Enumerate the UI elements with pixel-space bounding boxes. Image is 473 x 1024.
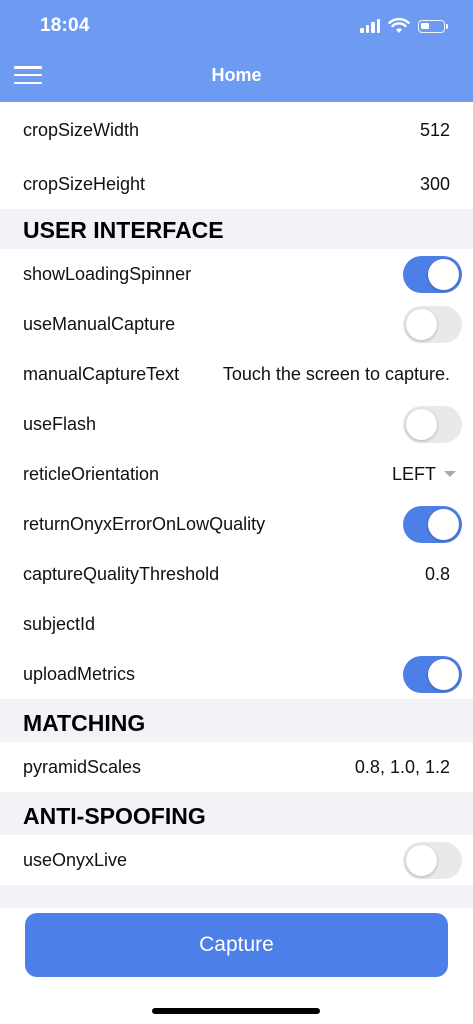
section-header-matching: MATCHING bbox=[0, 699, 473, 742]
setting-row-show-loading-spinner[interactable]: showLoadingSpinner bbox=[0, 249, 473, 299]
setting-value[interactable]: 512 bbox=[420, 120, 450, 141]
setting-label: useOnyxLive bbox=[23, 849, 128, 870]
settings-list[interactable]: cropSizeWidth 512 cropSizeHeight 300 USE… bbox=[0, 102, 473, 908]
setting-label: reticleOrientation bbox=[23, 463, 160, 484]
use-onyx-live-toggle[interactable] bbox=[403, 841, 462, 879]
caret-down-icon bbox=[444, 471, 456, 477]
dropdown-value: LEFT bbox=[391, 463, 436, 484]
setting-row-use-flash[interactable]: useFlash bbox=[0, 399, 473, 449]
setting-row-pyramid-scales[interactable]: pyramidScales 0.8, 1.0, 1.2 bbox=[0, 742, 473, 792]
setting-row-capture-quality-threshold[interactable]: captureQualityThreshold 0.8 bbox=[0, 549, 473, 599]
capture-button[interactable]: Capture bbox=[25, 913, 448, 977]
home-indicator[interactable] bbox=[152, 1008, 320, 1014]
setting-row-crop-width[interactable]: cropSizeWidth 512 bbox=[0, 102, 473, 159]
setting-value[interactable]: 300 bbox=[420, 174, 450, 195]
upload-metrics-toggle[interactable] bbox=[403, 655, 462, 693]
setting-label: uploadMetrics bbox=[23, 663, 136, 684]
app-header: 18:04 Home bbox=[0, 0, 473, 102]
pyramid-scales-field[interactable]: 0.8, 1.0, 1.2 bbox=[355, 757, 450, 778]
setting-row-return-onyx-error[interactable]: returnOnyxErrorOnLowQuality bbox=[0, 499, 473, 549]
status-icons bbox=[360, 16, 448, 36]
setting-row-subject-id[interactable]: subjectId bbox=[0, 599, 473, 649]
setting-row-manual-capture-text[interactable]: manualCaptureText Touch the screen to ca… bbox=[0, 349, 473, 399]
setting-row-use-manual-capture[interactable]: useManualCapture bbox=[0, 299, 473, 349]
setting-label: captureQualityThreshold bbox=[23, 563, 220, 584]
section-header-user-interface: USER INTERFACE bbox=[0, 209, 473, 249]
setting-label: useManualCapture bbox=[23, 313, 176, 334]
setting-row-crop-height[interactable]: cropSizeHeight 300 bbox=[0, 159, 473, 209]
use-flash-toggle[interactable] bbox=[403, 405, 462, 443]
setting-row-use-onyx-live[interactable]: useOnyxLive bbox=[0, 835, 473, 885]
setting-row-upload-metrics[interactable]: uploadMetrics bbox=[0, 649, 473, 699]
wifi-icon bbox=[388, 18, 410, 33]
setting-label: pyramidScales bbox=[23, 756, 142, 777]
status-time: 18:04 bbox=[40, 15, 90, 36]
setting-label: useFlash bbox=[23, 413, 97, 434]
signal-icon bbox=[360, 19, 380, 33]
use-manual-capture-toggle[interactable] bbox=[403, 305, 462, 343]
setting-label: subjectId bbox=[23, 613, 96, 634]
setting-row-reticle-orientation[interactable]: reticleOrientation LEFT bbox=[0, 449, 473, 499]
setting-label: cropSizeWidth bbox=[23, 120, 140, 140]
return-onyx-error-toggle[interactable] bbox=[403, 505, 462, 543]
reticle-orientation-dropdown[interactable]: LEFT bbox=[392, 464, 456, 485]
setting-label: returnOnyxErrorOnLowQuality bbox=[23, 513, 266, 534]
section-header-anti-spoofing: ANTI-SPOOFING bbox=[0, 792, 473, 835]
manual-capture-text-field[interactable]: Touch the screen to capture. bbox=[223, 364, 450, 385]
battery-icon bbox=[418, 19, 448, 33]
show-loading-spinner-toggle[interactable] bbox=[403, 255, 462, 293]
setting-label: cropSizeHeight bbox=[23, 173, 146, 194]
footer: Capture bbox=[0, 908, 473, 1024]
setting-label: showLoadingSpinner bbox=[23, 263, 192, 284]
capture-quality-threshold-field[interactable]: 0.8 bbox=[425, 564, 450, 585]
setting-label: manualCaptureText bbox=[23, 363, 180, 384]
page-title: Home bbox=[211, 65, 262, 85]
